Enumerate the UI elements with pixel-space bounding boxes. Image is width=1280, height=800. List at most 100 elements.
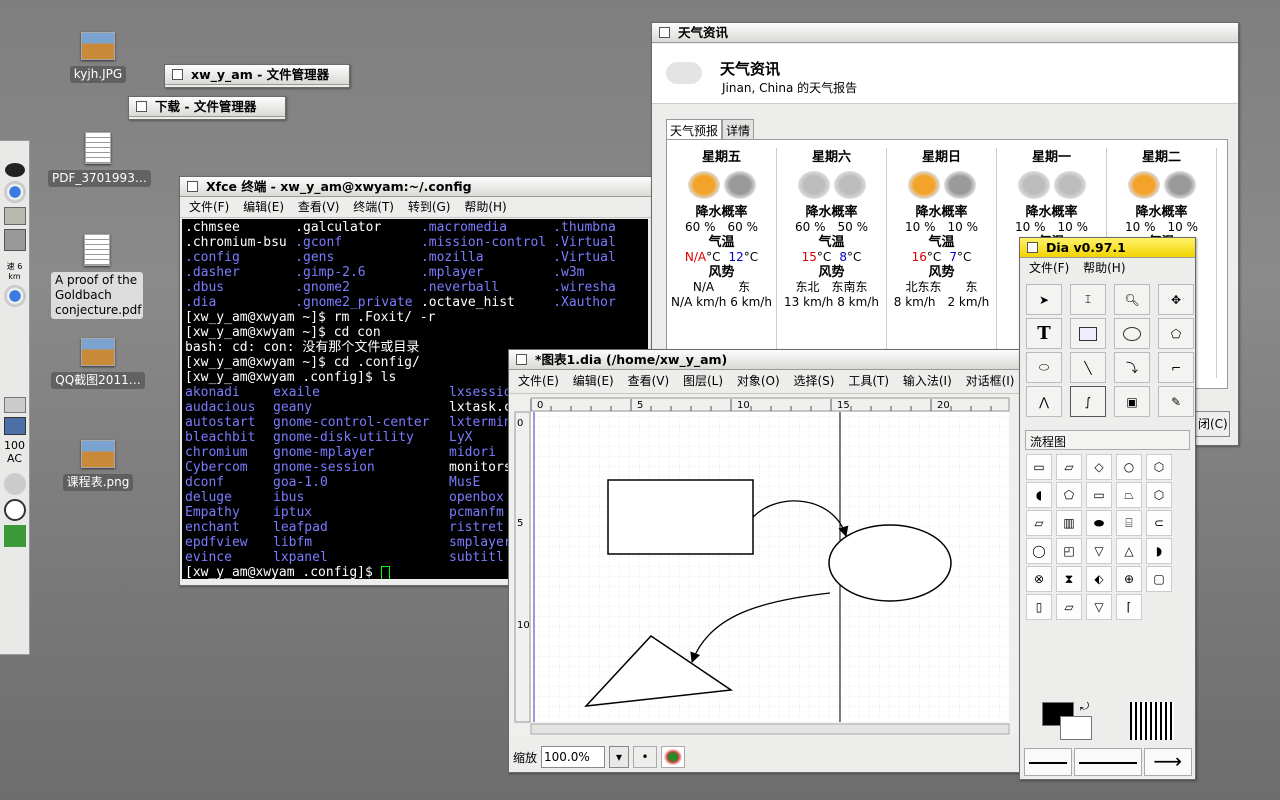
pointer-tool-icon[interactable]: ➤ [1026,284,1062,315]
window-checkbox[interactable] [187,181,198,192]
process-shape-icon[interactable]: ▭ [1026,454,1052,480]
tab-details[interactable]: 详情 [722,119,755,139]
background-color[interactable] [1060,716,1092,740]
card-shape-icon[interactable]: ▱ [1056,594,1082,620]
volume-icon[interactable] [3,473,26,495]
menu-edit[interactable]: 编辑(E) [573,374,614,388]
summing-junction-shape-icon[interactable]: ⊗ [1026,566,1052,592]
line-width-selector[interactable] [1130,702,1174,740]
window-checkbox[interactable] [136,101,147,112]
menu-dialogs[interactable]: 对话框(I) [966,374,1015,388]
menu-select[interactable]: 选择(S) [794,374,835,388]
color-selector[interactable]: ⤾ [1028,700,1098,746]
text-cursor-tool-icon[interactable]: 𝙸 [1070,284,1106,315]
sheet-selector[interactable]: 流程图 [1025,430,1190,450]
data-shape-icon[interactable]: ▱ [1056,454,1082,480]
internal-storage-shape-icon[interactable]: ◰ [1056,538,1082,564]
stored-data-shape-icon[interactable]: ◖ [1026,482,1052,508]
menu-go[interactable]: 转到(G) [408,200,451,214]
folder-icon[interactable] [3,207,26,225]
move-tool-icon[interactable]: ✥ [1158,284,1194,315]
predefined-process-shape-icon[interactable]: ▥ [1056,510,1082,536]
magnetic-disk-shape-icon[interactable]: ⌸ [1116,510,1142,536]
manual-operation-shape-icon[interactable]: ⏢ [1116,482,1142,508]
punched-tape-shape-icon[interactable]: ▯ [1026,594,1052,620]
menu-view[interactable]: 查看(V) [298,200,340,214]
window-checkbox[interactable] [659,27,670,38]
zigzag-tool-icon[interactable]: ⌐ [1158,352,1194,383]
menu-input-method[interactable]: 输入法(I) [903,374,952,388]
connector-shape-icon[interactable]: ○ [1116,454,1142,480]
snap-grid-toggle[interactable]: • [633,746,658,768]
chromium-icon[interactable] [3,181,26,203]
merge-shape-icon[interactable]: ▽ [1086,538,1112,564]
network-icon[interactable] [4,163,25,177]
desktop-icon-goldbach[interactable]: A proof of the Goldbach conjecture.pdf [50,234,144,319]
logout-icon[interactable] [3,525,26,547]
window-checkbox[interactable] [516,354,527,365]
menu-tools[interactable]: 工具(T) [848,374,889,388]
line-tool-icon[interactable]: ╲ [1070,352,1106,383]
start-arrow-selector[interactable] [1024,748,1073,776]
menu-file[interactable]: 文件(E) [518,374,559,388]
offpage-shape-icon[interactable]: ⬠ [1056,482,1082,508]
end-arrow-selector[interactable]: ⟶ [1143,748,1192,776]
computer-icon[interactable] [3,417,26,435]
flowchart-process-box[interactable] [607,479,754,555]
box-tool-icon[interactable] [1070,318,1106,349]
menu-edit[interactable]: 编辑(E) [243,200,284,214]
polyline-tool-icon[interactable]: ⋀ [1026,386,1062,417]
dia-diagram-window[interactable]: *图表1.dia (/home/xw_y_am) 文件(E) 编辑(E) 查看(… [508,349,1020,773]
menu-layers[interactable]: 图层(L) [683,374,723,388]
tab-forecast[interactable]: 天气预报 [666,119,723,139]
direct-storage-shape-icon[interactable]: ⊂ [1146,510,1172,536]
keyboard-icon[interactable] [3,397,26,413]
file-manager-window-downloads[interactable]: 下载 - 文件管理器 [128,96,286,120]
ellipse-tool-icon[interactable] [1114,318,1150,349]
terminal-shape-icon[interactable]: ⬬ [1086,510,1112,536]
dia-toolbox-window[interactable]: Dia v0.97.1 文件(F) 帮助(H) ➤ 𝙸 🔍︎ ✥ T ⬠ ⬭ ╲… [1019,237,1196,780]
sequential-storage-shape-icon[interactable]: ◯ [1026,538,1052,564]
flowchart-ellipse[interactable] [828,524,952,602]
bezier-tool-icon[interactable]: ∫ [1070,386,1106,417]
beziergon-tool-icon[interactable]: ⬭ [1026,352,1062,383]
decision-shape-icon[interactable]: ◇ [1086,454,1112,480]
sort-shape-icon[interactable]: ⬖ [1086,566,1112,592]
desktop-icon-schedule[interactable]: 课程表.png [58,440,138,491]
menu-view[interactable]: 查看(V) [628,374,670,388]
menu-file[interactable]: 文件(F) [1029,261,1069,275]
zoom-input[interactable]: 100.0% [541,746,606,768]
window-checkbox[interactable] [172,69,183,80]
image-tool-icon[interactable]: ▣ [1114,386,1150,417]
disk-icon[interactable] [3,229,26,251]
extract-shape-icon[interactable]: △ [1116,538,1142,564]
menu-help[interactable]: 帮助(H) [464,200,506,214]
annotation-shape-icon[interactable]: ⌈ [1116,594,1142,620]
menu-file[interactable]: 文件(F) [189,200,229,214]
manual-input-shape-icon[interactable]: ⏥ [1026,510,1052,536]
menu-objects[interactable]: 对象(O) [737,374,780,388]
dia-canvas[interactable]: 0 5 10 15 20 0 5 10 [509,396,1019,736]
display-shape-icon[interactable]: ⬡ [1146,482,1172,508]
zoom-dropdown-button[interactable]: ▾ [609,746,630,768]
close-button[interactable]: 闭(C) [1196,411,1230,437]
text-tool-icon[interactable]: T [1026,318,1062,349]
or-shape-icon[interactable]: ⊕ [1116,566,1142,592]
clock-icon[interactable] [3,499,26,521]
outline-tool-icon[interactable]: ✎ [1158,386,1194,417]
offline-storage-shape-icon[interactable]: ▽ [1086,594,1112,620]
chromium-icon[interactable] [3,285,26,307]
polygon-tool-icon[interactable]: ⬠ [1158,318,1194,349]
delay-shape-icon[interactable]: ◗ [1146,538,1172,564]
document-shape-icon[interactable]: ▭ [1086,482,1112,508]
line-style-selector[interactable] [1074,748,1142,776]
collate-shape-icon[interactable]: ⧗ [1056,566,1082,592]
menu-terminal[interactable]: 终端(T) [353,200,394,214]
swap-colors-icon[interactable]: ⤾ [1080,700,1089,714]
menu-help[interactable]: 帮助(H) [1083,261,1125,275]
desktop-icon-pdf[interactable]: PDF_3701993… [48,132,151,187]
window-checkbox[interactable] [1027,242,1038,253]
desktop-icon-qq-screenshot[interactable]: QQ截图2011… [48,338,148,389]
arc-tool-icon[interactable]: ⤵ [1114,352,1150,383]
preparation-shape-icon[interactable]: ⬡ [1146,454,1172,480]
